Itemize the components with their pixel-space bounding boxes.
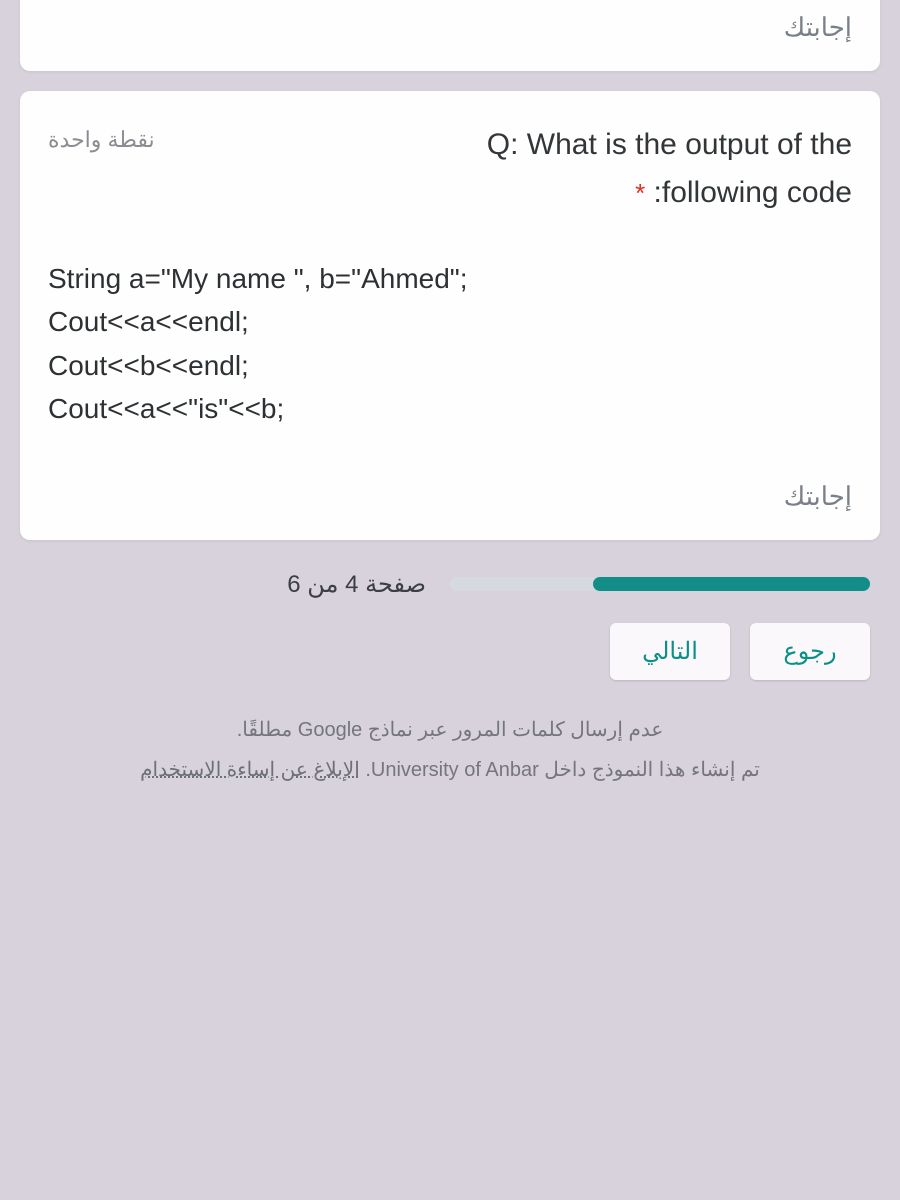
progress-row: صفحة 4 من 6 xyxy=(20,560,880,619)
back-button[interactable]: رجوع xyxy=(750,623,870,680)
question-title-line2-text: :following code xyxy=(654,176,852,209)
code-block: String a="My name ", b="Ahmed"; Cout<<a<… xyxy=(48,257,852,431)
footer-password-warning: عدم إرسال كلمات المرور عبر نماذج Google … xyxy=(30,710,870,750)
progress-bar xyxy=(450,577,870,591)
required-mark: * xyxy=(635,178,645,208)
footer-origin: تم إنشاء هذا النموذج داخل University of … xyxy=(30,750,870,790)
footer: عدم إرسال كلمات المرور عبر نماذج Google … xyxy=(20,710,880,790)
page-label: صفحة 4 من 6 xyxy=(287,570,426,599)
question-title-line2: * :following code xyxy=(487,169,852,217)
question-title-line1: Q: What is the output of the xyxy=(487,121,852,169)
answer-label[interactable]: إجابتك xyxy=(48,481,852,512)
question-card: Q: What is the output of the * :followin… xyxy=(20,91,880,540)
answer-label[interactable]: إجابتك xyxy=(48,12,852,43)
previous-answer-card: إجابتك xyxy=(20,0,880,71)
report-abuse-link[interactable]: الإبلاغ عن إساءة الاستخدام xyxy=(140,759,360,781)
next-button[interactable]: التالي xyxy=(610,623,730,680)
question-points: نقطة واحدة xyxy=(48,121,155,153)
question-title-block: Q: What is the output of the * :followin… xyxy=(487,121,852,217)
question-header: Q: What is the output of the * :followin… xyxy=(48,121,852,217)
button-row: رجوع التالي xyxy=(20,619,880,710)
progress-fill xyxy=(593,577,870,591)
